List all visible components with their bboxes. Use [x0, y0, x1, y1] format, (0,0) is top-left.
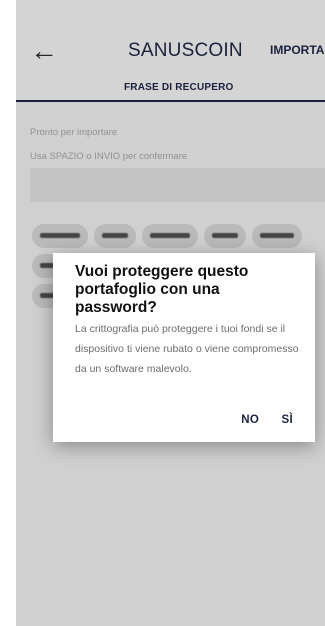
no-button[interactable]: NO: [241, 414, 259, 426]
dialog-actions: NO SÌ: [223, 410, 293, 428]
app-screen: ← SANUSCOIN IMPORTA FRASE DI RECUPERO Pr…: [16, 0, 325, 626]
password-dialog: Vuoi proteggere questo portafoglio con u…: [53, 253, 315, 442]
dialog-message: La crittografia può proteggere i tuoi fo…: [75, 323, 299, 375]
yes-button[interactable]: SÌ: [282, 414, 293, 426]
dialog-title: Vuoi proteggere questo portafoglio con u…: [75, 263, 249, 316]
